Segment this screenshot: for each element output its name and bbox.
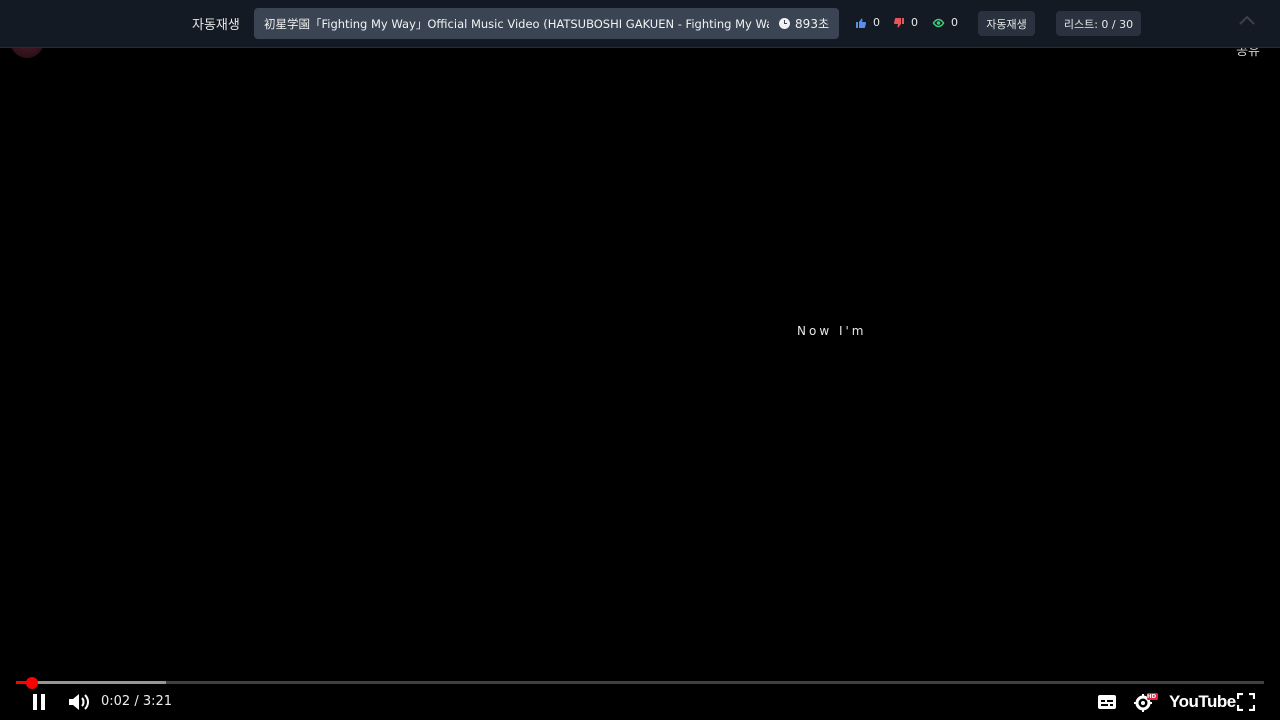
progress-scrubber[interactable] [26, 677, 38, 689]
list-counter-button[interactable]: 리스트: 0 / 30 [1056, 11, 1141, 36]
autoplay-label: 자동재생 [192, 18, 240, 33]
pause-icon[interactable] [30, 693, 48, 711]
video-lyric-caption: Now I'm [797, 324, 867, 338]
volume-icon[interactable] [68, 692, 90, 712]
eye-icon [932, 18, 945, 27]
timer: 893초 [779, 15, 829, 32]
dislike-stat[interactable]: 0 [893, 16, 918, 29]
thumbs-up-icon [856, 18, 867, 28]
video-title: 初星学園「Fighting My Way」Official Music Vide… [264, 16, 770, 31]
subtitles-icon[interactable] [1097, 694, 1117, 710]
video-title-box[interactable]: 初星学園「Fighting My Way」Official Music Vide… [254, 8, 839, 39]
autoplay-button[interactable]: 자동재생 [978, 11, 1035, 36]
like-stat[interactable]: 0 [855, 16, 880, 29]
dislike-count: 0 [911, 16, 918, 29]
extension-toolbar: 자동재생 初星学園「Fighting My Way」Official Music… [0, 0, 1280, 48]
like-count: 0 [873, 16, 880, 29]
progress-bar[interactable] [16, 681, 1264, 684]
clock-icon [779, 18, 791, 29]
fullscreen-icon[interactable] [1237, 693, 1255, 711]
timer-value: 893초 [795, 17, 829, 31]
view-count: 0 [951, 16, 958, 29]
view-stat[interactable]: 0 [932, 16, 958, 29]
collapse-icon[interactable] [1238, 14, 1256, 26]
video-page: 공유 자동재생 初星学園「Fighting My Way」Official Mu… [0, 0, 1280, 720]
hd-badge: HD [1147, 694, 1157, 700]
time-display: 0:02 / 3:21 [101, 694, 173, 709]
progress-buffered [16, 681, 166, 684]
thumbs-down-icon [893, 17, 904, 27]
youtube-logo[interactable]: YouTube [1169, 692, 1236, 712]
